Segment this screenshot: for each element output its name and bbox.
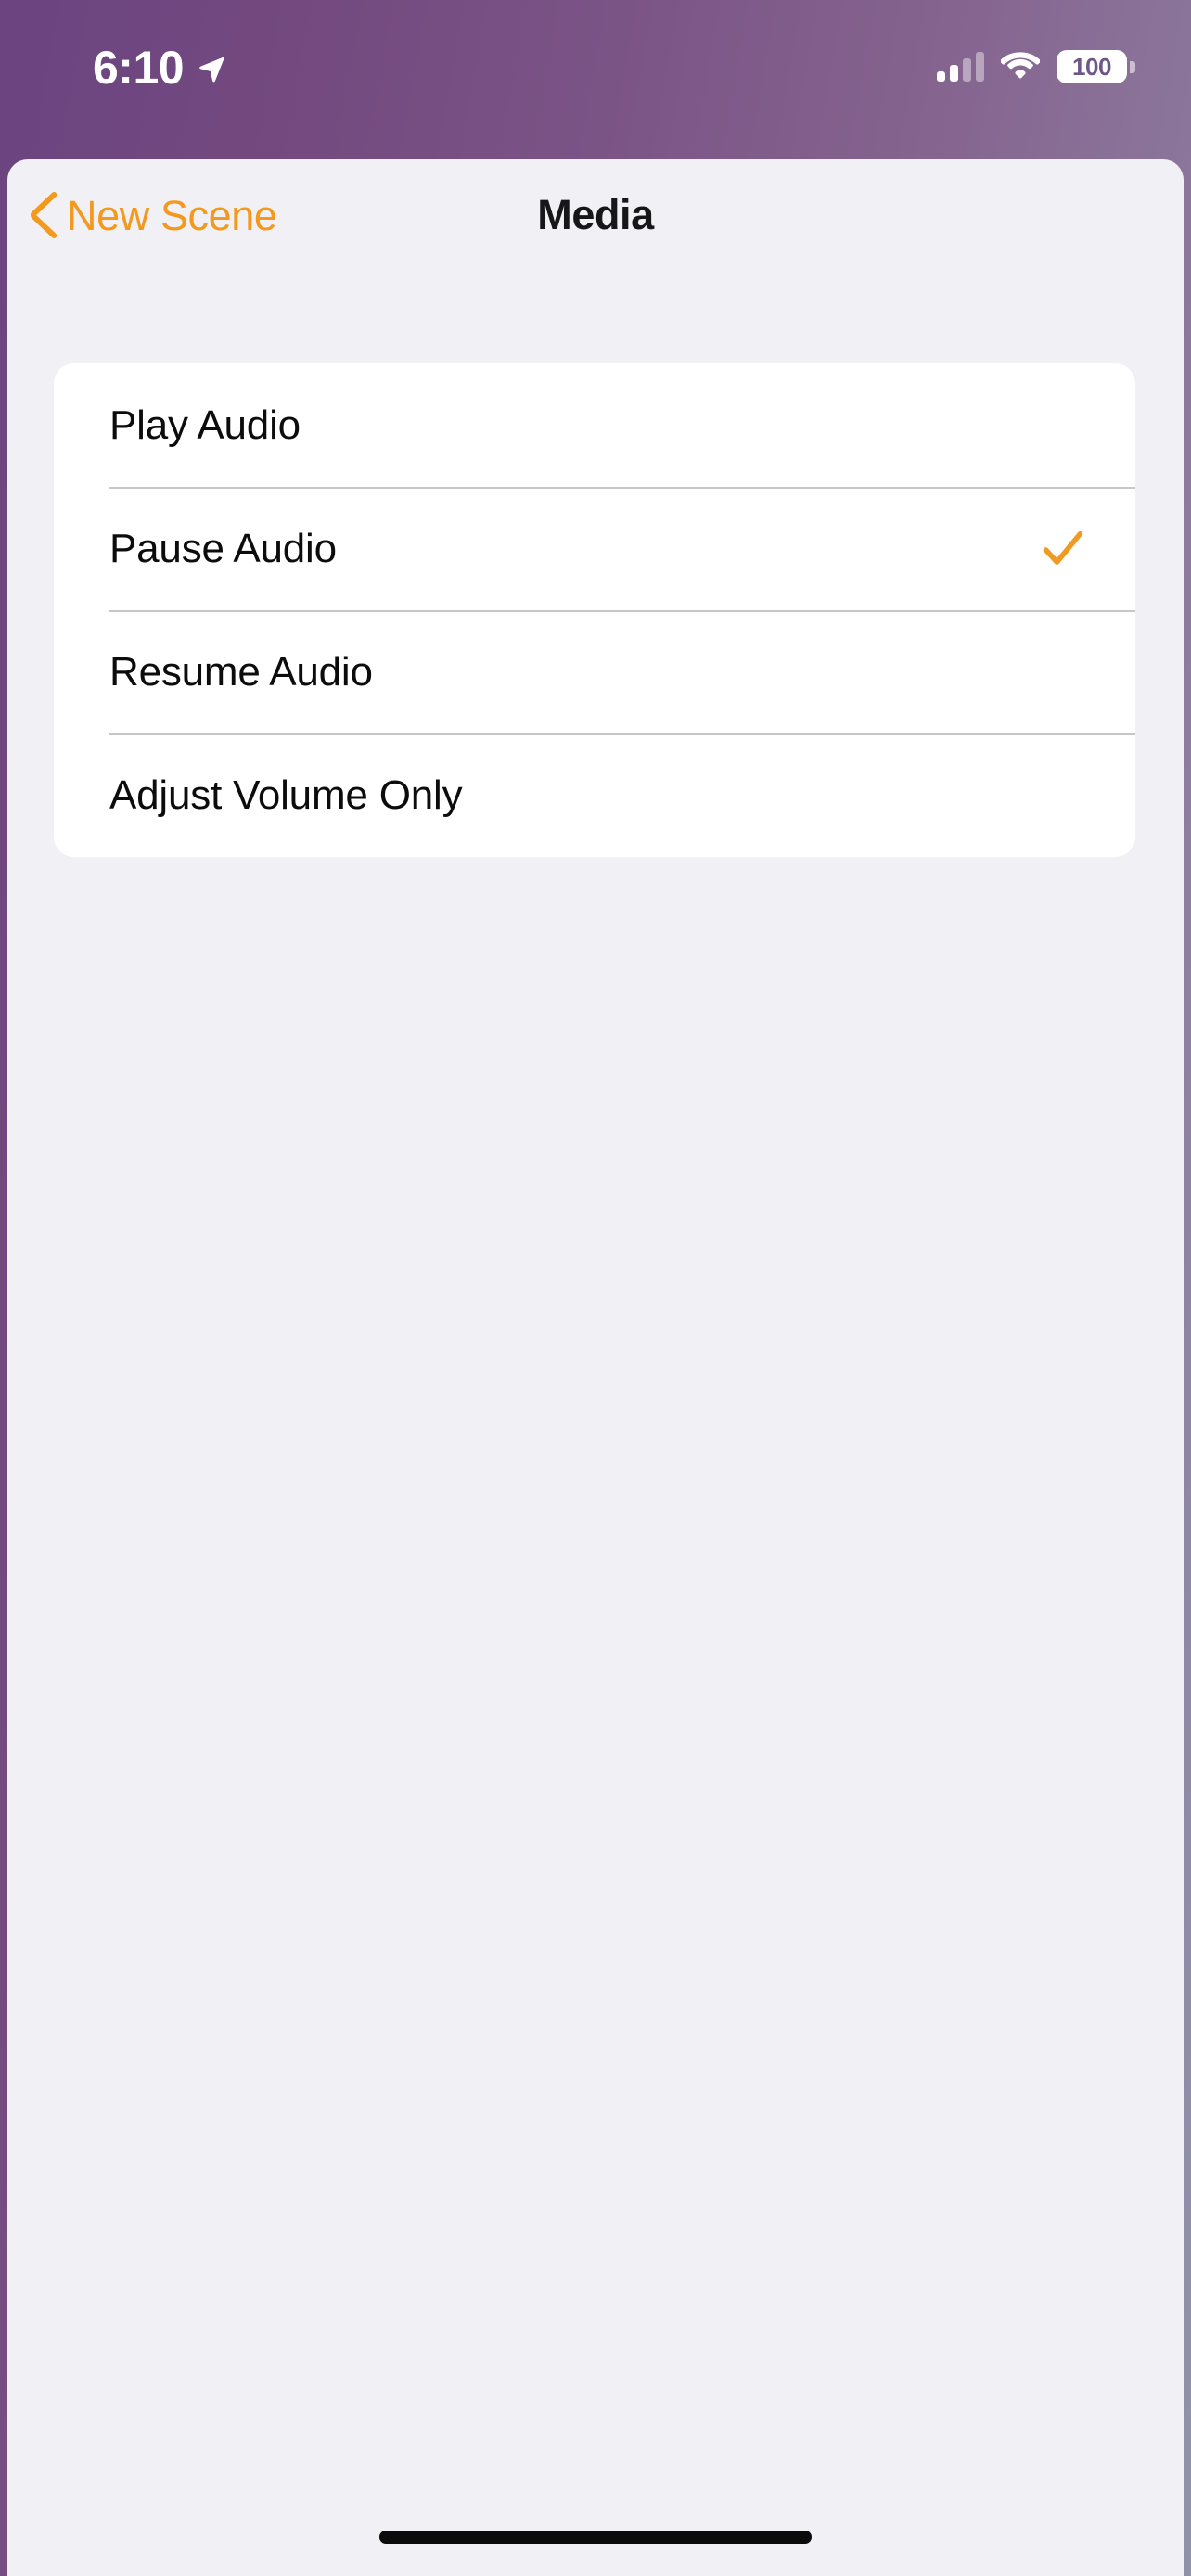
back-button-label: New Scene xyxy=(67,191,277,239)
list-item-pause-audio[interactable]: Pause Audio xyxy=(54,487,1135,610)
battery-percent-label: 100 xyxy=(1072,52,1111,81)
list-item-label: Resume Audio xyxy=(109,648,373,695)
media-options-list: Play Audio Pause Audio Resume Audio Adju… xyxy=(54,363,1135,857)
list-item-play-audio[interactable]: Play Audio xyxy=(54,363,1135,487)
list-item-label: Play Audio xyxy=(109,402,301,448)
list-item-adjust-volume-only[interactable]: Adjust Volume Only xyxy=(54,733,1135,857)
list-item-label: Adjust Volume Only xyxy=(109,772,463,818)
battery-icon: 100 xyxy=(1057,50,1135,83)
status-bar-right: 100 xyxy=(937,50,1135,83)
back-button[interactable]: New Scene xyxy=(20,159,287,271)
cellular-bars-icon xyxy=(937,52,984,82)
wifi-icon xyxy=(1001,52,1040,79)
chevron-left-icon xyxy=(31,192,58,238)
home-indicator[interactable] xyxy=(379,2531,812,2544)
location-arrow-icon xyxy=(199,56,225,83)
status-bar-left: 6:10 xyxy=(93,45,228,91)
list-item-label: Pause Audio xyxy=(109,525,337,571)
modal-sheet: New Scene Media Play Audio Pause Audio R… xyxy=(7,159,1184,2576)
checkmark-icon xyxy=(1043,530,1083,565)
status-bar-clock: 6:10 xyxy=(93,42,185,94)
list-item-resume-audio[interactable]: Resume Audio xyxy=(54,610,1135,733)
navigation-bar: New Scene Media xyxy=(7,159,1184,271)
status-bar: 6:10 100 xyxy=(0,0,1191,159)
